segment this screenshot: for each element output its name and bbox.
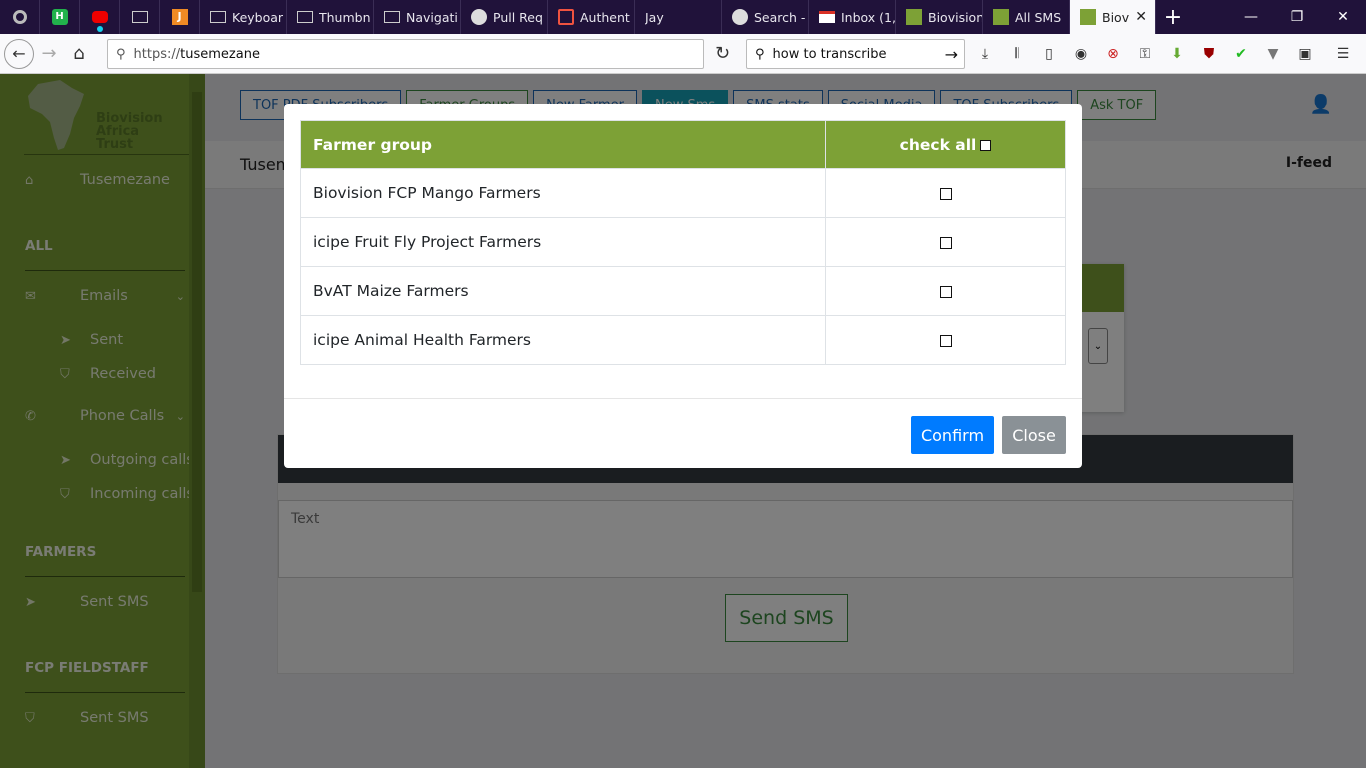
reload-icon[interactable]: ↻ xyxy=(715,43,730,64)
table-row: BvAT Maize Farmers xyxy=(300,266,1066,316)
tab-jay[interactable]: Jay xyxy=(635,0,722,34)
tab-all-sms[interactable]: All SMS xyxy=(983,0,1070,34)
farmer-group-name: icipe Animal Health Farmers xyxy=(300,315,826,365)
farmer-group-modal: Farmer group check all Biovision FCP Man… xyxy=(284,104,1082,468)
menu-icon[interactable]: ☰ xyxy=(1332,43,1354,65)
farmer-group-name: Biovision FCP Mango Farmers xyxy=(300,168,826,218)
check-all-checkbox[interactable] xyxy=(980,139,992,151)
search-icon: ⚲ xyxy=(116,46,126,62)
row-checkbox[interactable] xyxy=(939,187,952,200)
monitor-icon xyxy=(210,11,226,23)
library-icon[interactable]: 𝄃 xyxy=(1006,43,1028,65)
biovision-icon xyxy=(906,9,922,25)
row-checkbox[interactable] xyxy=(939,285,952,298)
tab-biovision-active[interactable]: Biovi✕ xyxy=(1070,0,1156,34)
farmer-group-table: Farmer group check all Biovision FCP Man… xyxy=(300,120,1066,365)
home-icon[interactable]: ⌂ xyxy=(64,39,94,69)
jira-icon: J xyxy=(171,9,188,25)
modal-footer: Confirm Close xyxy=(284,398,1082,468)
account-icon[interactable]: ◉ xyxy=(1070,43,1092,65)
forward-button[interactable]: → xyxy=(34,39,64,69)
download-icon[interactable]: ⤓ xyxy=(974,43,996,65)
extension-download-icon[interactable]: ⬇ xyxy=(1166,43,1188,65)
biovision-icon xyxy=(1080,9,1096,25)
github-icon xyxy=(732,9,748,25)
table-row: icipe Animal Health Farmers xyxy=(300,315,1066,365)
tab-pinned-hubspot[interactable]: H xyxy=(40,0,80,34)
page: BiovisionAfricaTrust ⌂Tusemezane ALL ✉Em… xyxy=(0,74,1366,768)
screenshot-icon[interactable]: ▣ xyxy=(1294,43,1316,65)
ublock-icon[interactable]: ⛊ xyxy=(1198,43,1220,65)
row-checkbox[interactable] xyxy=(939,236,952,249)
table-row: icipe Fruit Fly Project Farmers xyxy=(300,217,1066,267)
generic-app-icon xyxy=(12,10,27,24)
tab-navigation[interactable]: Navigati xyxy=(374,0,461,34)
tab-keyboard[interactable]: Keyboar xyxy=(200,0,287,34)
monitor-icon xyxy=(131,11,148,23)
monitor-icon xyxy=(384,11,400,23)
youtube-icon xyxy=(91,11,108,23)
search-go-icon[interactable]: → xyxy=(945,45,958,64)
hubspot-icon: H xyxy=(51,9,68,25)
tab-biovision[interactable]: Biovision xyxy=(896,0,983,34)
farmer-group-name: icipe Fruit Fly Project Farmers xyxy=(300,217,826,267)
row-checkbox[interactable] xyxy=(939,334,952,347)
browser-navbar: ← → ⌂ ⚲ https://tusemezane ↻ ⚲ how to tr… xyxy=(0,34,1366,74)
tab-thumbnail[interactable]: Thumbn xyxy=(287,0,374,34)
tab-pull-request[interactable]: Pull Req xyxy=(461,0,548,34)
check-extension-icon[interactable]: ✔ xyxy=(1230,43,1252,65)
github-icon xyxy=(471,9,487,25)
blocker-icon[interactable]: ⊗ xyxy=(1102,43,1124,65)
confirm-button[interactable]: Confirm xyxy=(911,416,994,454)
close-button[interactable]: Close xyxy=(1002,416,1066,454)
column-header-farmer-group: Farmer group xyxy=(300,120,826,169)
lock-icon[interactable]: ⚿ xyxy=(1134,43,1156,65)
tab-inbox[interactable]: Inbox (1, xyxy=(809,0,896,34)
window-close-icon[interactable]: ✕ xyxy=(1320,0,1366,34)
sidebar-toggle-icon[interactable]: ▯ xyxy=(1038,43,1060,65)
close-tab-icon[interactable]: ✕ xyxy=(1135,9,1147,25)
browser-tab-strip: H J Keyboar Thumbn Navigati Pull Req Aut… xyxy=(0,0,1366,34)
tab-pinned-1[interactable] xyxy=(0,0,40,34)
search-bar[interactable]: ⚲ how to transcribe → xyxy=(746,39,965,69)
back-button[interactable]: ← xyxy=(4,38,34,69)
tab-authentication[interactable]: Authent xyxy=(548,0,635,34)
tab-pinned-jira[interactable]: J xyxy=(160,0,200,34)
laravel-icon xyxy=(558,9,574,25)
monitor-icon xyxy=(297,11,313,23)
gmail-icon xyxy=(819,11,835,23)
minimize-icon[interactable]: — xyxy=(1228,0,1274,34)
farmer-group-name: BvAT Maize Farmers xyxy=(300,266,826,316)
vuejs-icon[interactable]: ▼ xyxy=(1262,43,1284,65)
search-icon: ⚲ xyxy=(755,46,765,62)
column-header-check-all: check all xyxy=(825,120,1066,169)
tab-search[interactable]: Search - xyxy=(722,0,809,34)
url-bar[interactable]: ⚲ https://tusemezane xyxy=(107,39,704,69)
biovision-icon xyxy=(993,9,1009,25)
new-tab-button[interactable]: + xyxy=(1156,0,1190,34)
table-row: Biovision FCP Mango Farmers xyxy=(300,168,1066,218)
tab-pinned-monitor[interactable] xyxy=(120,0,160,34)
restore-icon[interactable]: ❐ xyxy=(1274,0,1320,34)
tab-pinned-youtube[interactable] xyxy=(80,0,120,34)
